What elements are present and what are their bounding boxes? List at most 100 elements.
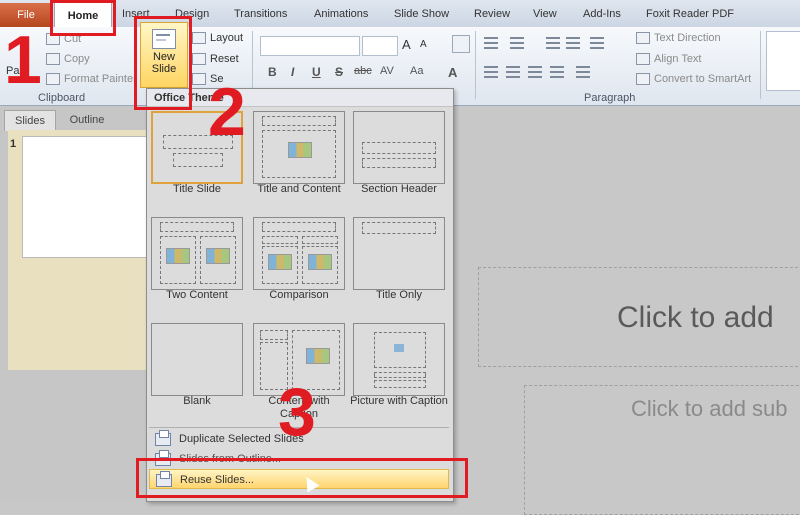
reset-button[interactable]: Reset — [192, 53, 239, 66]
content-icons — [166, 248, 190, 264]
justify-icon[interactable] — [550, 66, 564, 78]
layout-icon — [192, 32, 206, 45]
layout-heading-box — [302, 236, 338, 244]
copy-label: Copy — [64, 53, 90, 65]
slides-panel: Slides Outline 1 — [0, 106, 148, 500]
tab-review[interactable]: Review — [474, 8, 510, 20]
tab-view[interactable]: View — [533, 8, 557, 20]
layout-label: Comparison — [269, 289, 329, 301]
layout-label: Title and Content — [257, 183, 341, 195]
align-text-button[interactable]: Align Text — [636, 53, 702, 66]
layout-caption-box — [374, 380, 426, 388]
strikethrough-button[interactable]: S — [335, 65, 343, 79]
change-case-button[interactable]: Aa — [410, 65, 423, 77]
clipboard-group-label: Clipboard — [38, 92, 86, 104]
ribbon-tab-bar: File Home Insert Design Transitions Anim… — [0, 0, 800, 29]
underline-button[interactable]: U — [312, 65, 321, 79]
layout-title-box — [160, 222, 234, 232]
subtitle-placeholder[interactable]: Click to add sub — [524, 385, 800, 515]
layout-label: Title Only — [375, 289, 423, 301]
dropdown-header: Office Theme — [147, 89, 453, 107]
layout-label: Section Header — [361, 183, 437, 195]
annotation-box-new-slide — [134, 16, 192, 110]
font-size-dropdown[interactable] — [362, 36, 398, 56]
layout-title-and-content[interactable] — [253, 111, 345, 184]
increase-indent-icon[interactable] — [566, 37, 580, 49]
text-direction-icon — [636, 32, 650, 45]
layout-title-only[interactable] — [353, 217, 445, 290]
layout-subtitle-box — [173, 153, 223, 167]
layout-label: Blank — [183, 395, 211, 407]
font-name-dropdown[interactable] — [260, 36, 360, 56]
slide-thumbnail-selected[interactable]: 1 — [8, 130, 148, 370]
tab-animations[interactable]: Animations — [314, 8, 368, 20]
tab-foxit-reader-pdf[interactable]: Foxit Reader PDF — [646, 8, 734, 20]
layout-blank[interactable] — [151, 323, 243, 396]
brush-icon — [46, 73, 60, 86]
align-left-icon[interactable] — [484, 66, 498, 78]
tab-add-ins[interactable]: Add-Ins — [583, 8, 621, 20]
layout-label: Two Content — [166, 289, 228, 301]
line-spacing-icon[interactable] — [590, 37, 604, 49]
slide-number: 1 — [10, 138, 17, 150]
layout-title-box — [260, 330, 288, 340]
smartart-icon — [636, 73, 650, 86]
layout-label: Layout — [210, 32, 244, 44]
annotation-box-reuse-slides — [136, 458, 468, 498]
clear-formatting-icon[interactable] — [452, 35, 470, 53]
paragraph-group-label: Paragraph — [584, 92, 636, 104]
align-text-label: Align Text — [654, 53, 702, 65]
duplicate-slides-icon — [155, 430, 171, 446]
annotation-step-2: 2 — [208, 74, 246, 150]
align-text-icon — [636, 53, 650, 66]
shadow-button[interactable]: abc — [354, 65, 372, 77]
content-icons — [268, 254, 292, 270]
group-separator — [475, 31, 476, 99]
copy-icon — [46, 53, 60, 66]
tab-slides[interactable]: Slides — [4, 110, 56, 131]
columns-icon[interactable] — [576, 66, 590, 78]
italic-button[interactable]: I — [291, 65, 294, 79]
grow-font-button[interactable]: A — [402, 37, 411, 52]
tab-outline[interactable]: Outline — [58, 110, 116, 130]
tab-slide-show[interactable]: Slide Show — [394, 8, 449, 20]
convert-smartart-button[interactable]: Convert to SmartArt — [636, 73, 752, 86]
character-spacing-button[interactable]: AV — [380, 65, 394, 77]
title-placeholder[interactable]: Click to add — [478, 267, 800, 367]
shapes-gallery[interactable] — [766, 31, 800, 91]
reset-label: Reset — [210, 53, 239, 65]
layout-text-box — [362, 158, 436, 168]
annotation-box-home — [50, 0, 116, 36]
layout-heading-box — [262, 236, 298, 244]
copy-button[interactable]: Copy — [46, 53, 90, 66]
section-icon — [192, 73, 206, 86]
convert-smartart-label: Convert to SmartArt — [654, 73, 752, 85]
bold-button[interactable]: B — [268, 65, 277, 79]
content-icons — [206, 248, 230, 264]
layout-section-header[interactable] — [353, 111, 445, 184]
layout-comparison[interactable] — [253, 217, 345, 290]
annotation-step-1: 1 — [4, 22, 42, 98]
align-right-icon[interactable] — [528, 66, 542, 78]
format-painter-button[interactable]: Format Painter — [46, 73, 137, 86]
layout-button[interactable]: Layout — [192, 32, 244, 45]
layout-title-box — [362, 222, 436, 234]
font-color-button[interactable]: A — [448, 65, 457, 80]
layout-two-content[interactable] — [151, 217, 243, 290]
bullets-icon[interactable] — [484, 37, 498, 49]
text-direction-button[interactable]: Text Direction — [636, 32, 721, 45]
layout-title-box — [262, 116, 336, 126]
layout-title-box — [374, 372, 426, 378]
align-center-icon[interactable] — [506, 66, 520, 78]
decrease-indent-icon[interactable] — [546, 37, 560, 49]
layout-picture-with-caption[interactable] — [353, 323, 445, 396]
group-separator — [760, 31, 761, 99]
content-icons — [306, 348, 330, 364]
layout-label: Title Slide — [173, 183, 221, 195]
numbering-icon[interactable] — [510, 37, 524, 49]
shrink-font-button[interactable]: A — [420, 39, 427, 50]
format-painter-label: Format Painter — [64, 73, 137, 85]
content-icons — [308, 254, 332, 270]
layout-label: Picture with Caption — [350, 395, 448, 407]
tab-transitions[interactable]: Transitions — [234, 8, 287, 20]
